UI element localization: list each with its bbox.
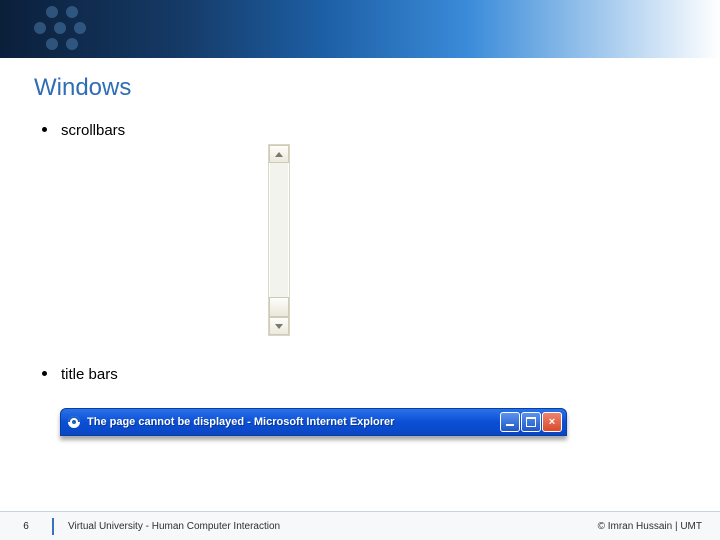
scrollbar-track[interactable] [268, 144, 290, 336]
decorative-dots [6, 4, 126, 54]
scroll-up-button[interactable] [269, 145, 289, 163]
titlebar-text: The page cannot be displayed - Microsoft… [87, 416, 394, 428]
bullet-dot-icon [42, 371, 47, 376]
window-controls: × [500, 412, 562, 432]
slide: Windows scrollbars title bars [0, 0, 720, 540]
bullet-scrollbars: scrollbars [42, 122, 125, 139]
slide-footer: 6 Virtual University - Human Computer In… [0, 511, 720, 540]
scrollbar-illustration [268, 144, 292, 336]
ie-icon [67, 415, 81, 429]
minimize-button[interactable] [500, 412, 520, 432]
maximize-icon [526, 417, 536, 427]
bullet-label: title bars [61, 366, 118, 383]
footer-right-text: © Imran Hussain | UMT [598, 521, 720, 532]
bullet-label: scrollbars [61, 122, 125, 139]
titlebar-illustration: The page cannot be displayed - Microsoft… [60, 408, 572, 444]
scrollbar-thumb[interactable] [269, 297, 289, 317]
scroll-down-button[interactable] [269, 317, 289, 335]
close-icon: × [549, 416, 555, 428]
top-banner [0, 0, 720, 58]
footer-center-text: Virtual University - Human Computer Inte… [54, 521, 598, 532]
bullet-dot-icon [42, 127, 47, 132]
arrow-up-icon [275, 152, 283, 157]
page-title: Windows [34, 74, 131, 102]
close-button[interactable]: × [542, 412, 562, 432]
window-titlebar[interactable]: The page cannot be displayed - Microsoft… [60, 408, 567, 436]
bullet-titlebars: title bars [42, 366, 118, 383]
page-number: 6 [0, 518, 54, 535]
arrow-down-icon [275, 324, 283, 329]
minimize-icon [506, 424, 514, 426]
maximize-button[interactable] [521, 412, 541, 432]
